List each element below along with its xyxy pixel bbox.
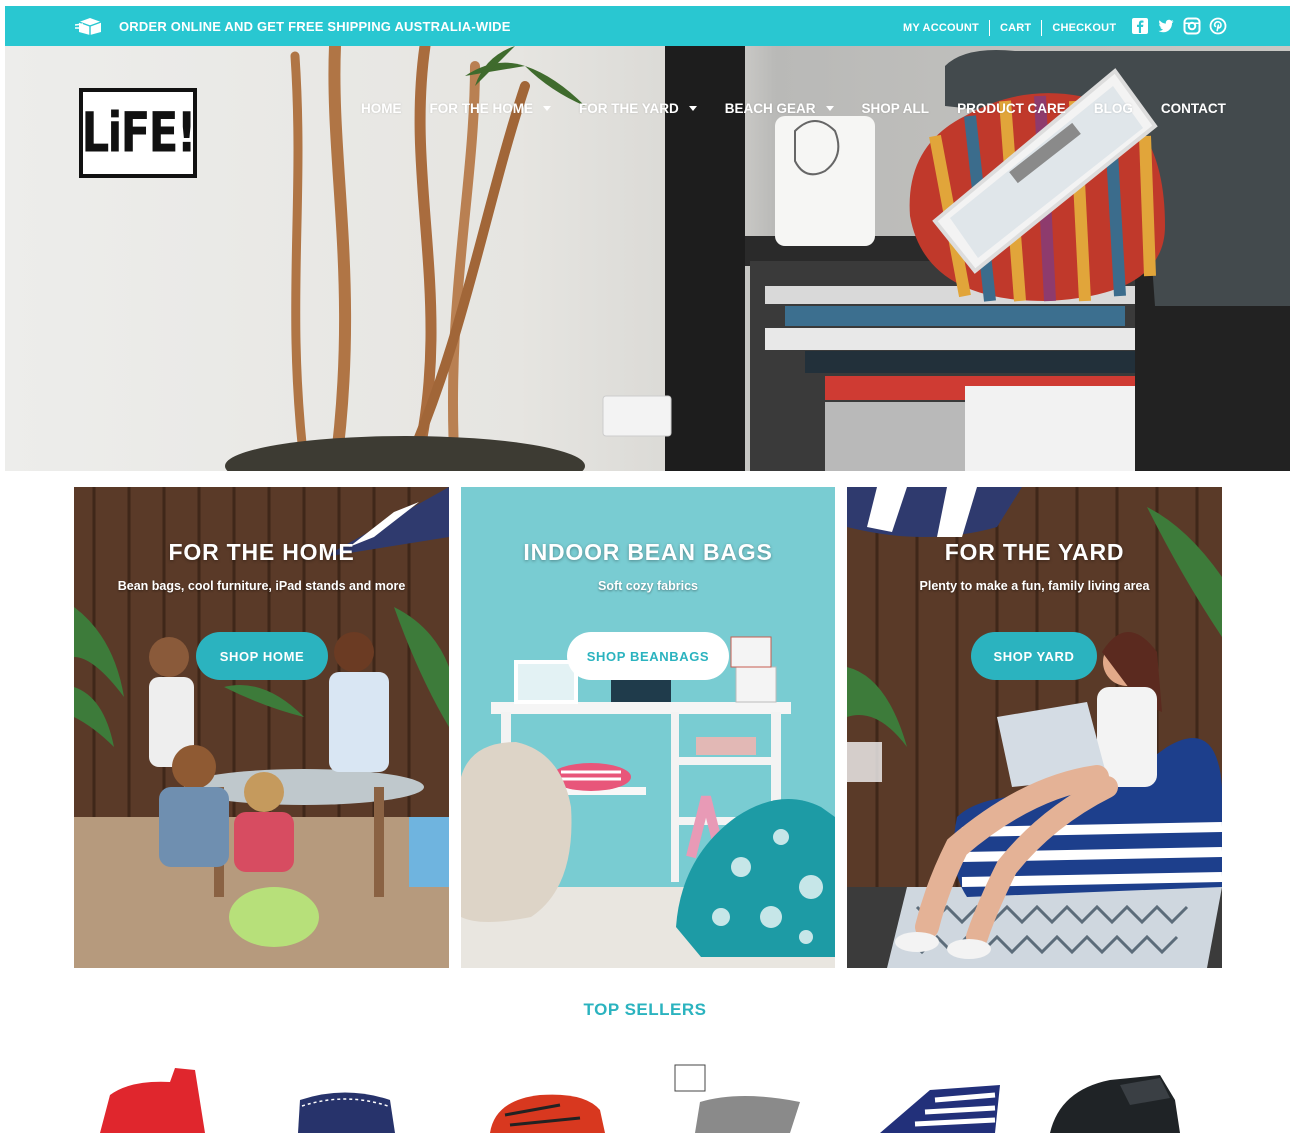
- product-black-ipad-beanbag[interactable]: [1050, 1075, 1180, 1133]
- product-navy-ottoman[interactable]: [298, 1092, 395, 1133]
- nav-shop-all[interactable]: SHOP ALL: [862, 101, 930, 116]
- panel-for-the-yard[interactable]: FOR THE YARD Plenty to make a fun, famil…: [847, 487, 1222, 968]
- top-sellers-heading: TOP SELLERS: [583, 1000, 707, 1019]
- main-navigation: HOME FOR THE HOME FOR THE YARD BEACH GEA…: [361, 101, 1226, 116]
- announcement-bar: ORDER ONLINE AND GET FREE SHIPPING AUSTR…: [5, 6, 1290, 46]
- social-links: [1131, 17, 1227, 35]
- product-red-chair[interactable]: [100, 1068, 205, 1133]
- caret-down-icon: [688, 106, 697, 111]
- link-divider: [988, 20, 990, 36]
- panel-subtitle: Plenty to make a fun, family living area: [919, 579, 1150, 593]
- shop-beanbags-button[interactable]: SHOP BEANBAGS: [567, 632, 729, 680]
- shipping-box-icon: [75, 18, 102, 35]
- panel-subtitle: Bean bags, cool furniture, iPad stands a…: [117, 579, 406, 593]
- instagram-icon[interactable]: [1183, 17, 1201, 35]
- free-shipping-promo: ORDER ONLINE AND GET FREE SHIPPING AUSTR…: [119, 19, 511, 34]
- nav-product-care[interactable]: PRODUCT CARE: [957, 101, 1066, 116]
- panel-subtitle: Soft cozy fabrics: [597, 579, 699, 593]
- panel-title: FOR THE YARD: [944, 539, 1125, 565]
- cart-link[interactable]: CART: [1000, 22, 1031, 34]
- account-links: MY ACCOUNT CART CHECKOUT: [903, 20, 1116, 36]
- nav-for-the-yard[interactable]: FOR THE YARD: [579, 101, 697, 116]
- panel-title: FOR THE HOME: [168, 539, 355, 565]
- panel-indoor-bean-bags[interactable]: INDOOR BEAN BAGS Soft cozy fabrics SHOP …: [461, 487, 835, 968]
- nav-blog[interactable]: BLOG: [1094, 101, 1133, 116]
- facebook-icon[interactable]: [1131, 17, 1149, 35]
- caret-down-icon: [825, 106, 834, 111]
- nav-contact[interactable]: CONTACT: [1161, 101, 1226, 116]
- twitter-icon[interactable]: [1157, 17, 1175, 35]
- logo-text: LiFE!: [81, 101, 196, 165]
- panel-for-the-home[interactable]: FOR THE HOME Bean bags, cool furniture, …: [74, 487, 449, 968]
- shop-home-button[interactable]: SHOP HOME: [196, 632, 328, 680]
- top-sellers-products: [0, 1060, 1290, 1133]
- nav-beach-gear[interactable]: BEACH GEAR: [725, 101, 834, 116]
- my-account-link[interactable]: MY ACCOUNT: [903, 22, 979, 34]
- caret-down-icon: [543, 106, 551, 111]
- product-striped-beanbag[interactable]: [880, 1085, 1000, 1133]
- product-red-printed-beanbag[interactable]: [490, 1094, 605, 1133]
- link-divider: [1041, 20, 1043, 36]
- nav-for-the-home[interactable]: FOR THE HOME: [430, 101, 551, 116]
- hero-banner: LiFE! HOME FOR THE HOME FOR THE YARD BEA…: [5, 46, 1290, 471]
- product-grey-beanbag[interactable]: [674, 1064, 800, 1133]
- checkout-link[interactable]: CHECKOUT: [1052, 22, 1116, 34]
- life-logo[interactable]: LiFE!: [79, 88, 197, 178]
- pinterest-icon[interactable]: [1209, 17, 1227, 35]
- nav-home[interactable]: HOME: [361, 101, 402, 116]
- product-thumbnails: [100, 1064, 1180, 1133]
- shop-yard-button[interactable]: SHOP YARD: [971, 632, 1097, 680]
- panel-title: INDOOR BEAN BAGS: [523, 539, 773, 565]
